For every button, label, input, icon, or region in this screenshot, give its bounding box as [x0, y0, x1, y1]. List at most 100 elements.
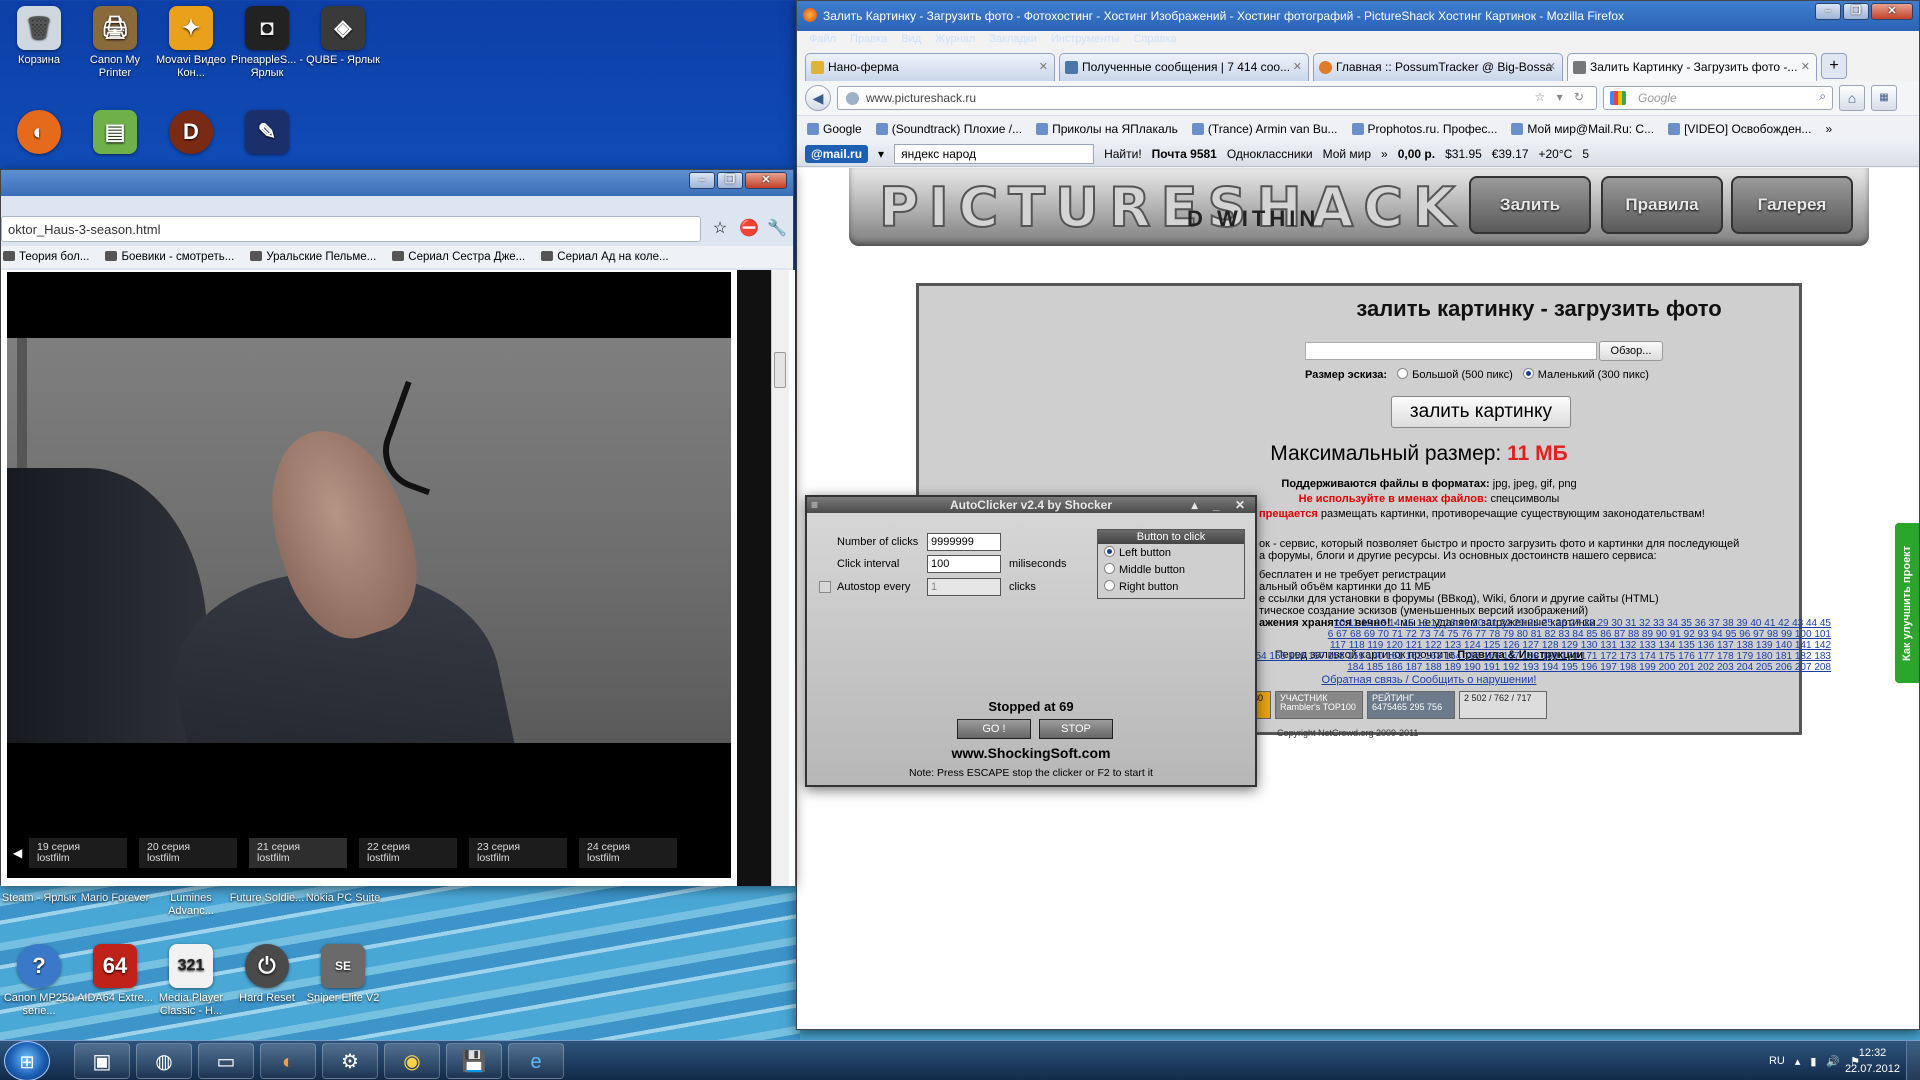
bookmark-item[interactable]: [VIDEO] Освобожден... [1668, 122, 1811, 136]
tab-messages[interactable]: Полученные сообщения | 7 414 соо... ✕ [1059, 53, 1309, 81]
mail-link[interactable]: Почта 9581 [1152, 147, 1217, 161]
future-soldier-shortcut[interactable]: Future Soldie... [228, 892, 306, 905]
mailru-search-input[interactable]: яндекс народ [894, 143, 1095, 164]
autoclicker-titlebar[interactable]: ≡ AutoClicker v2.4 by Shocker ▴ _ ✕ [807, 497, 1255, 513]
dropdown-icon[interactable]: ▾ [878, 147, 884, 161]
taskbar-autoclicker-button[interactable]: ⚙ [322, 1043, 378, 1079]
tab-close-icon[interactable]: ✕ [1039, 60, 1048, 73]
taskbar-mouse-button[interactable]: ◍ [136, 1043, 192, 1079]
close-button[interactable]: ✕ [745, 172, 787, 189]
canon-printer-shortcut[interactable]: 🖨 Canon My Printer [76, 6, 154, 80]
browse-button[interactable]: Обзор... [1599, 341, 1663, 361]
diablo-shortcut[interactable]: D [152, 110, 230, 158]
steam-shortcut[interactable]: Steam - Ярлык [0, 892, 78, 905]
bookmark-item[interactable]: (Trance) Armin van Bu... [1192, 122, 1338, 136]
tab-nano-farm[interactable]: Нано-ферма ✕ [805, 53, 1055, 81]
volume-icon[interactable]: 🔊 [1826, 1055, 1840, 1068]
firefox-titlebar[interactable]: Залить Картинку - Загрузить фото - Фотох… [797, 1, 1919, 31]
menu-help[interactable]: Справка [1133, 33, 1176, 45]
nav-rules-button[interactable]: Правила [1601, 176, 1723, 234]
network-icon[interactable]: ▮ [1810, 1055, 1816, 1068]
window-controls[interactable]: ▴ _ ✕ [1192, 497, 1251, 513]
adblock-icon[interactable]: ⛔ [739, 220, 759, 238]
bookmark-item[interactable]: Приколы на ЯПлакаль [1036, 122, 1178, 136]
taskbar-explorer-button[interactable]: ▣ [74, 1043, 130, 1079]
search-icon[interactable]: ⌕ [1819, 89, 1826, 104]
app-menu-icon[interactable]: ≡ [811, 497, 818, 513]
file-path-input[interactable] [1305, 342, 1597, 360]
hard-reset-shortcut[interactable]: ⏻ Hard Reset [228, 944, 306, 1005]
episode-item[interactable]: 23 серия lostfilm [469, 838, 567, 868]
middle-button-radio[interactable]: Middle button [1098, 561, 1244, 578]
tab-pictureshack[interactable]: Залить Картинку - Загрузить фото -... ✕ [1567, 53, 1817, 81]
menu-history[interactable]: Журнал [935, 33, 975, 45]
recycle-bin-shortcut[interactable]: 🗑 Корзина [0, 6, 78, 67]
bookmark-item[interactable]: Google [807, 122, 862, 136]
menu-tools[interactable]: Инструменты [1051, 33, 1120, 45]
scanner-shortcut[interactable]: ▤ [76, 110, 154, 158]
scrollbar-thumb[interactable] [774, 352, 786, 388]
odnoklassniki-link[interactable]: Одноклассники [1227, 147, 1313, 161]
minimize-button[interactable]: – [689, 172, 715, 189]
taskbar-save-button[interactable]: 💾 [446, 1043, 502, 1079]
menu-view[interactable]: Вид [901, 33, 921, 45]
interval-input[interactable]: 100 [927, 555, 1001, 573]
stop-button[interactable]: STOP [1039, 719, 1113, 739]
autostop-checkbox[interactable] [819, 581, 831, 593]
autostop-input[interactable]: 1 [927, 578, 1001, 596]
feedback-side-tab[interactable]: Как улучшить проект [1895, 523, 1919, 683]
bookmark-item[interactable]: Сериал Ад на коле... [541, 251, 668, 263]
clicks-input[interactable]: 9999999 [927, 533, 1001, 551]
episode-item[interactable]: 24 серия lostfilm [579, 838, 677, 868]
game-shortcut[interactable]: ✎ [228, 110, 306, 158]
wrench-icon[interactable]: 🔧 [767, 220, 787, 238]
tray-expand-icon[interactable]: ▴ [1795, 1055, 1801, 1068]
bookmark-item[interactable]: Теория бол... [3, 251, 89, 263]
upload-submit-button[interactable]: залить картинку [1391, 396, 1571, 428]
taskbar-firefox-button[interactable]: ◐ [260, 1043, 316, 1079]
canon-help-shortcut[interactable]: ? Canon MP250 serie... [0, 944, 78, 1018]
show-desktop-button[interactable] [1906, 1041, 1920, 1080]
maximize-button[interactable]: ❐ [1843, 3, 1869, 20]
find-button[interactable]: Найти! [1104, 147, 1142, 161]
qube-shortcut[interactable]: ◈ QUBE - Ярлык [304, 6, 382, 67]
tab-possumtracker[interactable]: Главная :: PossumTracker @ Big-Bossa ✕ [1313, 53, 1563, 81]
sniper-elite-shortcut[interactable]: SE Sniper Elite V2 [304, 944, 382, 1005]
site-logo[interactable]: PICTURESHACK [878, 175, 1465, 240]
nokia-suite-shortcut[interactable]: Nokia PC Suite [304, 892, 382, 905]
chrome-titlebar[interactable]: – ❐ ✕ [1, 170, 793, 196]
bookmark-item[interactable]: Уральские Пельме... [250, 251, 376, 263]
website-link[interactable]: www.ShockingSoft.com [807, 745, 1255, 761]
language-indicator[interactable]: RU [1769, 1055, 1785, 1067]
minimize-button[interactable]: – [1815, 3, 1841, 20]
nav-gallery-button[interactable]: Галерея [1731, 176, 1853, 234]
rambler-top100-badge[interactable]: УЧАСТНИК Rambler's TOP100 [1275, 691, 1363, 719]
star-icon[interactable]: ☆ ▾ ↻ [1534, 90, 1588, 104]
maximize-button[interactable]: ❐ [717, 172, 743, 189]
mailru-logo[interactable]: @mail.ru [805, 144, 869, 163]
stats-counter[interactable]: 2 502 / 762 / 717 [1459, 691, 1547, 719]
movavi-shortcut[interactable]: ✦ Movavi Видео Кон... [152, 6, 230, 80]
tab-close-icon[interactable]: ✕ [1293, 60, 1302, 73]
home-button[interactable]: ⌂ [1839, 85, 1865, 111]
bookmark-item[interactable]: Мой мир@Mail.Ru: С... [1511, 122, 1654, 136]
close-button[interactable]: ✕ [1871, 3, 1913, 20]
vertical-scrollbar[interactable] [771, 270, 789, 886]
lumines-shortcut[interactable]: Lumines Advanc... [152, 892, 230, 918]
episode-item[interactable]: 19 серия lostfilm [29, 838, 127, 868]
new-tab-button[interactable]: + [1821, 53, 1847, 79]
bookmark-star-icon[interactable]: ☆ [711, 220, 729, 238]
tab-close-icon[interactable]: ✕ [1547, 60, 1556, 73]
bookmark-item[interactable]: Prophotos.ru. Профес... [1352, 122, 1498, 136]
taskbar-chrome-button[interactable]: ◉ [384, 1043, 440, 1079]
nav-upload-button[interactable]: Залить [1469, 176, 1591, 234]
start-button[interactable]: ⊞ [4, 1041, 50, 1080]
video-player[interactable]: ◀ 19 серия lostfilm 20 серия lostfilm 21 с… [7, 272, 731, 878]
tab-close-icon[interactable]: ✕ [1801, 60, 1810, 73]
menu-file[interactable]: Файл [809, 33, 836, 45]
bookmark-item[interactable]: Сериал Сестра Дже... [392, 251, 525, 263]
overflow-icon[interactable]: » [1381, 147, 1388, 161]
size-small-radio[interactable]: Маленький (300 пикс) [1522, 368, 1649, 381]
url-bar[interactable]: www.pictureshack.ru ☆ ▾ ↻ [837, 86, 1597, 110]
rss-icon[interactable]: ▦ [1871, 85, 1897, 111]
